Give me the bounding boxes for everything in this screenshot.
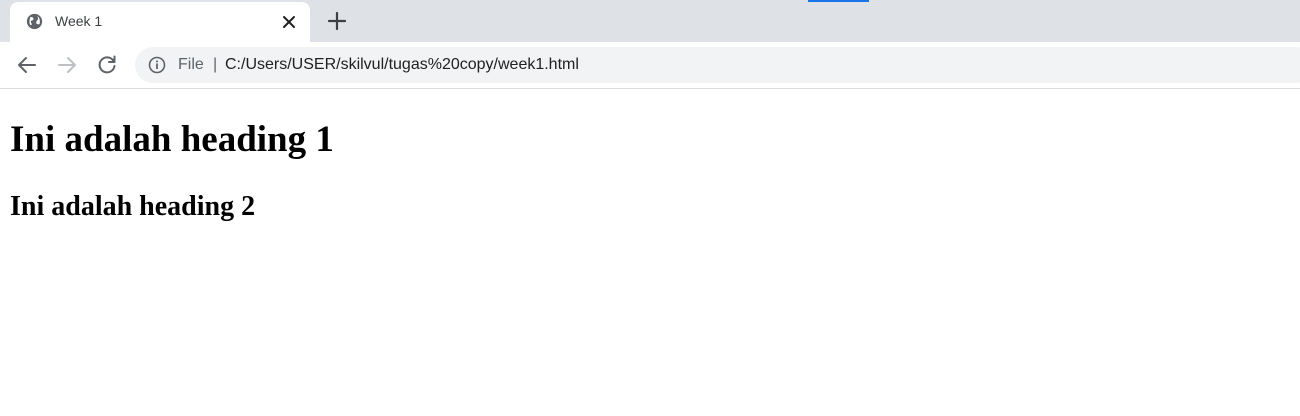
arrow-left-icon[interactable] <box>15 53 39 77</box>
info-icon[interactable] <box>148 56 166 74</box>
tab-week-1[interactable]: Week 1 <box>10 2 310 42</box>
tab-title: Week 1 <box>55 13 103 29</box>
page-heading-2: Ini adalah heading 2 <box>10 191 256 222</box>
browser-toolbar: File | C:/Users/USER/skilvul/tugas%20cop… <box>0 42 1300 89</box>
plus-icon[interactable] <box>326 10 348 32</box>
reload-icon[interactable] <box>95 53 119 77</box>
page-content: Ini adalah heading 1 Ini adalah heading … <box>0 89 1300 416</box>
close-icon[interactable] <box>280 13 298 31</box>
url-scheme-label: File <box>178 56 204 73</box>
page-heading-1: Ini adalah heading 1 <box>10 119 334 160</box>
address-bar[interactable]: File | C:/Users/USER/skilvul/tugas%20cop… <box>135 47 1300 83</box>
tabstrip-accent-mark <box>808 0 869 2</box>
globe-icon <box>26 13 43 30</box>
arrow-right-icon[interactable] <box>55 53 79 77</box>
url-text[interactable]: C:/Users/USER/skilvul/tugas%20copy/week1… <box>225 56 579 74</box>
tab-strip: Week 1 <box>0 0 1300 42</box>
url-separator: | <box>213 56 218 73</box>
